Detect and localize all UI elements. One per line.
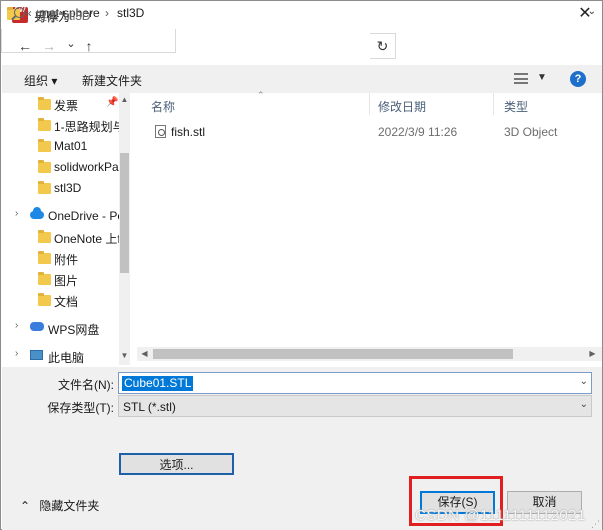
hide-folders-toggle[interactable]: ⌃ 隐藏文件夹 — [20, 497, 99, 514]
sidebar-item-planning[interactable]: 1-思路规划与 — [2, 114, 125, 135]
filename-value[interactable]: Cube01.STL — [122, 376, 194, 391]
folder-icon — [38, 293, 51, 306]
sidebar-item-stl3d[interactable]: stl3D — [2, 177, 120, 198]
sidebar-item-onenote[interactable]: OneNote 上f — [2, 226, 121, 247]
scrollbar-thumb[interactable] — [120, 153, 129, 273]
navigation-pane-scrollbar[interactable]: ▲ ▼ — [119, 93, 130, 365]
sidebar-item-label: OneNote 上f — [54, 232, 121, 246]
sidebar-item-attachments[interactable]: 附件 — [2, 247, 120, 268]
save-form-panel: 文件名(N): Cube01.STL ⌄ 保存类型(T): STL (*.stl… — [2, 367, 602, 530]
back-arrow-icon[interactable]: ← — [17, 36, 33, 56]
resize-grip-icon[interactable]: ⋰ — [591, 519, 600, 530]
command-toolbar: 组织 ▾ 新建文件夹 ▼ ? — [2, 65, 602, 93]
organize-menu[interactable]: 组织 ▾ — [24, 72, 57, 89]
sidebar-item-mat01[interactable]: Mat01 — [2, 135, 120, 156]
file-list: ⌃ 名称 修改日期 类型 fish.stl 2022/3/9 11:26 3D … — [137, 90, 602, 353]
scroll-left-arrow-icon[interactable]: ◀ — [139, 349, 150, 358]
sidebar-item-fapiao[interactable]: 发票 📌 — [2, 93, 120, 114]
scroll-down-arrow-icon[interactable]: ▼ — [119, 351, 130, 360]
navigation-pane: 发票 📌 1-思路规划与 Mat01 solidworkPar stl3D › … — [2, 93, 130, 365]
filename-label: 文件名(N): — [58, 378, 114, 392]
sidebar-item-documents[interactable]: 文档 — [2, 289, 120, 310]
breadcrumb-separator-icon: › — [105, 6, 109, 20]
file-name: fish.stl — [171, 125, 206, 139]
folder-icon — [38, 139, 51, 152]
view-dropdown-icon[interactable]: ▼ — [537, 72, 547, 83]
forward-arrow-icon[interactable]: → — [41, 36, 57, 56]
file-type: 3D Object — [504, 125, 558, 139]
folder-icon — [38, 230, 51, 243]
file-list-horizontal-scrollbar[interactable]: ◀ ▶ — [137, 347, 602, 361]
search-placeholder: 搜索"stl3D" — [35, 9, 95, 23]
folder-icon — [38, 160, 51, 173]
refresh-button[interactable]: ↻ — [370, 33, 396, 59]
folder-icon — [38, 97, 51, 110]
up-arrow-icon[interactable]: ↑ — [81, 36, 97, 56]
filename-input[interactable]: Cube01.STL ⌄ — [118, 372, 592, 394]
sidebar-item-label: Mat01 — [54, 139, 88, 153]
sidebar-item-label: stl3D — [54, 181, 82, 195]
table-row[interactable]: fish.stl 2022/3/9 11:26 3D Object — [137, 93, 602, 143]
options-button[interactable]: 选项... — [119, 453, 234, 475]
sidebar-item-wps-cloud[interactable]: › WPS网盘 — [2, 317, 120, 338]
address-dropdown-icon[interactable]: ⌄ — [588, 6, 596, 17]
sidebar-item-label: 发票 — [54, 99, 79, 113]
sidebar-item-onedrive[interactable]: › OneDrive - Pe — [2, 205, 124, 226]
sidebar-item-label: 文档 — [54, 295, 79, 309]
sidebar-item-pictures[interactable]: 图片 — [2, 268, 120, 289]
view-options-icon[interactable] — [514, 73, 528, 84]
filetype-value: STL (*.stl) — [123, 400, 176, 414]
new-folder-button[interactable]: 新建文件夹 — [82, 72, 142, 89]
folder-icon — [38, 272, 51, 285]
filetype-select[interactable]: STL (*.stl) ⌄ — [118, 395, 592, 417]
scroll-right-arrow-icon[interactable]: ▶ — [587, 349, 598, 358]
stl-file-icon — [155, 125, 166, 138]
sidebar-item-label: solidworkPar — [54, 160, 123, 174]
filetype-label: 保存类型(T): — [47, 401, 114, 415]
sidebar-item-solidworkpar[interactable]: solidworkPar — [2, 156, 123, 177]
expand-chevron-icon[interactable]: › — [15, 208, 18, 219]
save-as-dialog: SW 另存为 ✕ ← → ⌄ ↑ « mat-sphere › stl3D ⌄ … — [0, 0, 603, 530]
chevron-down-icon[interactable]: ⌄ — [580, 376, 588, 387]
search-icon — [14, 7, 25, 18]
sidebar-item-label: WPS网盘 — [48, 323, 100, 337]
computer-icon — [30, 350, 43, 360]
onedrive-cloud-icon — [30, 207, 44, 219]
help-icon[interactable]: ? — [570, 71, 586, 87]
sidebar-item-label: 图片 — [54, 274, 79, 288]
chevron-down-icon[interactable]: ⌄ — [580, 399, 588, 410]
sidebar-item-this-pc[interactable]: › 此电脑 — [2, 345, 120, 365]
sidebar-item-label: 1-思路规划与 — [54, 120, 125, 134]
expand-chevron-icon[interactable]: › — [15, 348, 18, 359]
expand-chevron-icon[interactable]: › — [15, 320, 18, 331]
breadcrumb-stl3d[interactable]: stl3D — [117, 6, 144, 20]
chevron-up-icon: ⌃ — [20, 499, 31, 513]
file-modified-date: 2022/3/9 11:26 — [378, 125, 458, 139]
csdn-watermark: CSDN @1111111112021 — [415, 507, 586, 524]
folder-icon — [38, 181, 51, 194]
hide-folders-label: 隐藏文件夹 — [39, 499, 100, 513]
overflow-chevron-icon[interactable]: « — [25, 6, 32, 20]
folder-icon — [38, 251, 51, 264]
folder-icon — [38, 118, 51, 131]
wps-cloud-icon — [30, 322, 44, 331]
pin-icon: 📌 — [106, 97, 119, 108]
sidebar-item-label: 附件 — [54, 253, 79, 267]
sidebar-item-label: OneDrive - Pe — [48, 209, 125, 223]
recent-locations-chevron-icon[interactable]: ⌄ — [63, 34, 79, 54]
scrollbar-thumb[interactable] — [153, 349, 513, 359]
sidebar-item-label: 此电脑 — [48, 351, 85, 365]
scroll-up-arrow-icon[interactable]: ▲ — [119, 95, 130, 104]
